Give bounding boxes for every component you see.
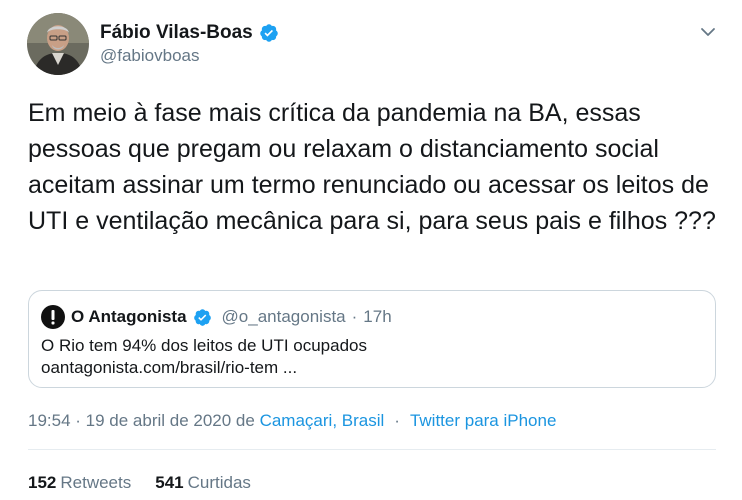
author-avatar[interactable]	[27, 13, 89, 75]
tweet-timestamp[interactable]: 19:54 · 19 de abril de 2020 de	[28, 411, 260, 431]
retweets-count: 152	[28, 473, 57, 492]
quoted-tweet-header: O Antagonista @o_antagonista · 17h	[41, 305, 392, 329]
verified-badge-icon	[260, 24, 278, 42]
quoted-separator: ·	[351, 307, 358, 326]
exclamation-logo-icon	[41, 305, 65, 329]
tweet-card: Fábio Vilas-Boas @fabiovboas Em meio à f…	[0, 0, 742, 500]
quoted-timestamp: 17h	[363, 307, 392, 326]
quoted-handle: @o_antagonista	[221, 307, 346, 326]
chevron-down-icon[interactable]	[700, 24, 716, 40]
author-handle[interactable]: @fabiovboas	[100, 46, 200, 66]
verified-badge-icon	[193, 308, 211, 326]
author-name-row: Fábio Vilas-Boas	[100, 22, 279, 44]
meta-separator: ·	[394, 411, 400, 430]
quoted-text: O Rio tem 94% dos leitos de UTI ocupados	[41, 336, 367, 355]
author-display-name[interactable]: Fábio Vilas-Boas	[100, 22, 253, 44]
tweet-meta: 19:54 · 19 de abril de 2020 de Camaçari,…	[28, 411, 556, 431]
tweet-location[interactable]: Camaçari, Brasil	[260, 411, 385, 431]
quoted-display-name: O Antagonista	[71, 307, 187, 326]
tweet-stats: 152 Retweets 541 Curtidas	[28, 473, 251, 493]
retweets-label: Retweets	[60, 473, 132, 492]
likes-label: Curtidas	[187, 473, 251, 492]
divider	[28, 449, 716, 450]
tweet-source[interactable]: Twitter para iPhone	[410, 411, 556, 431]
quoted-tweet[interactable]: O Antagonista @o_antagonista · 17h O Rio…	[28, 290, 716, 388]
quoted-link[interactable]: oantagonista.com/brasil/rio-tem ...	[41, 357, 297, 379]
tweet-text: Em meio à fase mais crítica da pandemia …	[28, 99, 716, 235]
likes-stat[interactable]: 541 Curtidas	[155, 473, 251, 493]
avatar-image	[27, 13, 89, 75]
likes-count: 541	[155, 473, 184, 492]
retweets-stat[interactable]: 152 Retweets	[28, 473, 131, 493]
